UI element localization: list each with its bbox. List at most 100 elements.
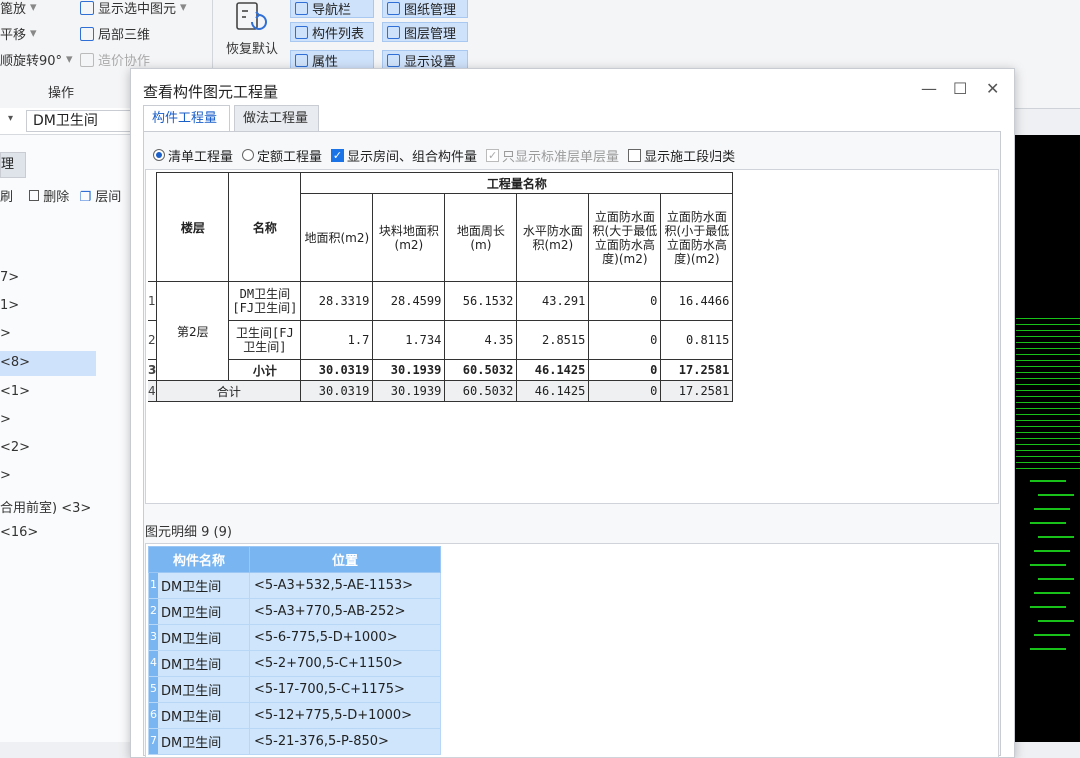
value-cell: 30.1939	[372, 380, 446, 402]
display-icon	[387, 53, 400, 67]
close-icon[interactable]: ✕	[986, 79, 999, 98]
tree-item[interactable]: <2>	[0, 440, 30, 455]
value-cell: 60.5032	[444, 359, 518, 381]
cad-line	[1016, 462, 1080, 463]
col-header: 立面防水面积(大于最低立面防水高度)(m2)	[588, 193, 662, 282]
radio-empty-icon	[242, 149, 255, 161]
cad-line	[1016, 420, 1080, 421]
layer-icon	[387, 25, 400, 39]
list-item[interactable]: DM卫生间 6 <5-12+775,5-D+1000>	[148, 702, 441, 729]
ribbon-nav-bar[interactable]: 导航栏	[290, 0, 374, 18]
tree-item[interactable]: 合用前室) <3>	[0, 497, 91, 516]
checkmark-icon: ✓	[486, 148, 500, 162]
col-header: 地面周长(m)	[444, 193, 518, 282]
col-floor-header: 楼层	[156, 172, 230, 282]
value-cell: 17.2581	[660, 380, 734, 402]
ribbon-properties-label: 属性	[312, 54, 339, 70]
row-index: 2	[149, 599, 158, 624]
total-row[interactable]: 4 合计 30.0319 30.1939 60.5032 46.1425 0 17.2581	[148, 380, 734, 402]
ribbon-zoom[interactable]: 篦放 ▾	[0, 0, 37, 17]
value-cell: 46.1425	[516, 380, 590, 402]
ribbon-pan[interactable]: 平移 ▾	[0, 24, 37, 43]
subtotal-row[interactable]: 3 小计 30.0319 30.1939 60.5032 46.1425 0 17.2581	[148, 359, 734, 381]
cad-line	[1016, 390, 1080, 391]
cad-line	[1016, 372, 1080, 373]
cad-line	[1016, 450, 1080, 451]
cad-line	[1016, 456, 1080, 457]
value-cell: 4.35	[444, 320, 518, 360]
checkbox-show-room[interactable]: ✓ 显示房间、组合构件量	[331, 146, 477, 165]
cad-line	[1030, 564, 1066, 566]
toolbar-brush[interactable]: 刷	[0, 190, 13, 205]
cad-line	[1016, 330, 1080, 331]
ribbon-display-settings[interactable]: 显示设置	[382, 50, 468, 70]
tree-item[interactable]: >	[0, 326, 11, 341]
chevron-down-icon[interactable]: ▾	[8, 113, 13, 124]
toolbar-delete[interactable]: 删除	[43, 190, 69, 205]
tab-component-qty[interactable]: 构件工程量	[143, 105, 230, 132]
minimize-icon[interactable]: —	[921, 79, 937, 98]
tree-item[interactable]: 1>	[0, 298, 19, 313]
tab-method-qty[interactable]: 做法工程量	[234, 105, 319, 131]
ribbon-rotate[interactable]: 顺旋转90° ▾	[0, 50, 73, 69]
detail-col-name: 构件名称	[148, 546, 250, 573]
tree-item[interactable]: <1>	[0, 384, 30, 399]
tab-manage[interactable]: 理	[0, 152, 26, 178]
list-item[interactable]: DM卫生间 1 <5-A3+532,5-AE-1153>	[148, 572, 441, 599]
col-header: 立面防水面积(小于最低立面防水高度)(m2)	[660, 193, 734, 282]
checkbox-empty-icon	[628, 148, 642, 162]
tab-manage-label: 理	[1, 157, 15, 172]
value-cell: 28.4599	[372, 281, 446, 321]
qty-group-header: 工程量名称	[300, 172, 734, 194]
ribbon-layer-mgmt[interactable]: 图层管理	[382, 22, 468, 42]
cad-line	[1030, 606, 1066, 608]
list-item[interactable]: DM卫生间 2 <5-A3+770,5-AB-252>	[148, 598, 441, 625]
tree-item[interactable]: 7>	[0, 270, 19, 285]
detail-table: 构件名称 位置 DM卫生间 1 <5-A3+532,5-AE-1153> DM卫生间 2…	[148, 546, 441, 755]
cad-line	[1016, 366, 1080, 367]
name-cell: DM卫生间[FJ卫生间]	[228, 281, 302, 321]
row-index: 4	[148, 380, 158, 402]
radio-selected-icon	[153, 149, 165, 161]
ribbon-show-selected-label: 显示选中图元	[98, 2, 177, 17]
copy-icon: ❐	[79, 190, 92, 205]
ribbon-properties[interactable]: 属性	[290, 50, 374, 70]
list-item[interactable]: DM卫生间 3 <5-6-775,5-D+1000>	[148, 624, 441, 651]
ribbon-component-list[interactable]: 构件列表	[290, 22, 374, 42]
detail-title: 图元明细 9 (9)	[145, 525, 232, 540]
table-row[interactable]: 2 卫生间[FJ卫生间] 1.7 1.734 4.35 2.8515 0 0.8115	[148, 320, 734, 360]
layers-icon	[80, 0, 94, 15]
checkbox-standard-floor: ✓ 只显示标准层单层量	[486, 146, 619, 165]
ribbon-local-3d[interactable]: 局部三维	[80, 24, 150, 43]
list-item[interactable]: DM卫生间 4 <5-2+700,5-C+1150>	[148, 650, 441, 677]
ribbon-restore-default[interactable]: 恢复默认	[226, 38, 278, 57]
tree-item[interactable]: >	[0, 412, 11, 427]
ribbon-show-selected[interactable]: 显示选中图元 ▾	[80, 0, 187, 17]
toolbar-layer-copy[interactable]: 层间	[95, 190, 121, 205]
tree-item-selected[interactable]: <8>	[0, 355, 30, 370]
col-header: 地面积(m2)	[300, 193, 374, 282]
list-item[interactable]: DM卫生间 5 <5-17-700,5-C+1175>	[148, 676, 441, 703]
detail-position-cell: <5-A3+532,5-AE-1153>	[249, 572, 441, 599]
cad-line	[1016, 396, 1080, 397]
value-cell: 0.8115	[660, 320, 734, 360]
component-dropdown[interactable]: DM卫生间	[26, 110, 136, 132]
detail-position-cell: <5-2+700,5-C+1150>	[249, 650, 441, 677]
detail-position-cell: <5-17-700,5-C+1175>	[249, 676, 441, 703]
col-name-header: 名称	[228, 172, 302, 282]
ribbon-drawing-mgmt[interactable]: 图纸管理	[382, 0, 468, 18]
ribbon-group-label: 操作	[48, 86, 75, 101]
cad-line	[1016, 402, 1080, 403]
radio-bill-qty-label: 清单工程量	[168, 149, 234, 165]
tree-item[interactable]: >	[0, 468, 11, 483]
value-cell: 1.734	[372, 320, 446, 360]
value-cell: 17.2581	[660, 359, 734, 381]
table-row[interactable]: 1 第2层 DM卫生间[FJ卫生间] 28.3319 28.4599 56.1532 43.…	[148, 281, 734, 381]
maximize-icon[interactable]: ☐	[953, 79, 967, 98]
radio-quota-qty[interactable]: 定额工程量	[242, 146, 322, 165]
restore-icon[interactable]	[234, 2, 272, 34]
checkbox-construction-section[interactable]: 显示施工段归类	[628, 146, 735, 165]
subtotal-label: 小计	[228, 359, 302, 381]
tree-item[interactable]: <16>	[0, 525, 38, 540]
radio-bill-qty[interactable]: 清单工程量	[153, 146, 233, 165]
